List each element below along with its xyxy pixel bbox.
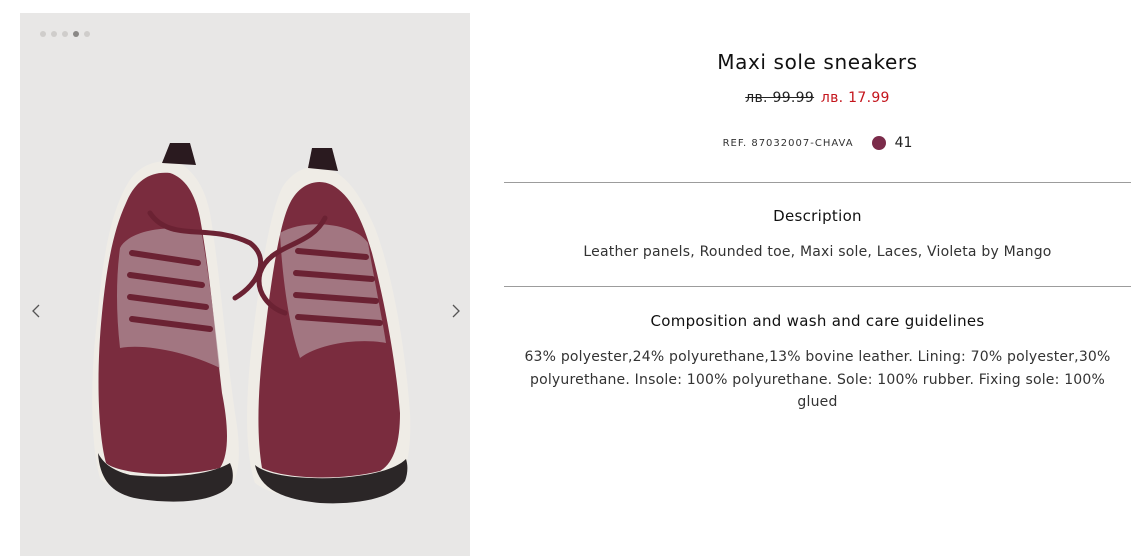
color-swatch[interactable]: [871, 136, 886, 150]
original-price: лв. 99.99: [745, 90, 815, 106]
product-title: Maxi sole sneakers: [717, 50, 918, 74]
product-image-gallery[interactable]: [20, 13, 470, 556]
gallery-dot[interactable]: [40, 31, 46, 37]
chevron-left-icon: [32, 304, 40, 318]
gallery-dot[interactable]: [51, 31, 57, 37]
right-sneaker: [247, 148, 411, 504]
selected-size: 41: [894, 135, 913, 151]
composition-heading: Composition and wash and care guidelines: [650, 312, 985, 330]
gallery-dot-active[interactable]: [73, 31, 79, 37]
previous-image-button[interactable]: [26, 301, 46, 321]
composition-text: 63% polyester,24% polyurethane,13% bovin…: [524, 349, 1111, 410]
chevron-right-icon: [452, 304, 460, 318]
price-block: лв. 99.99 лв. 17.99: [504, 90, 1131, 106]
sale-price: лв. 17.99: [820, 90, 890, 106]
next-image-button[interactable]: [446, 301, 466, 321]
ref-color-size-row: REF. 87032007-CHAVA 41: [504, 135, 1131, 151]
divider: [504, 182, 1131, 183]
product-image: [92, 143, 411, 504]
product-page: Maxi sole sneakers лв. 99.99 лв. 17.99 R…: [0, 0, 1131, 556]
description-text: Leather panels, Rounded toe, Maxi sole, …: [583, 244, 1052, 260]
product-reference: REF. 87032007-CHAVA: [722, 137, 854, 149]
description-heading: Description: [773, 207, 862, 225]
left-sneaker: [92, 143, 264, 502]
gallery-dot[interactable]: [84, 31, 90, 37]
gallery-pagination: [40, 31, 90, 37]
gallery-dot[interactable]: [62, 31, 68, 37]
divider: [504, 286, 1131, 287]
